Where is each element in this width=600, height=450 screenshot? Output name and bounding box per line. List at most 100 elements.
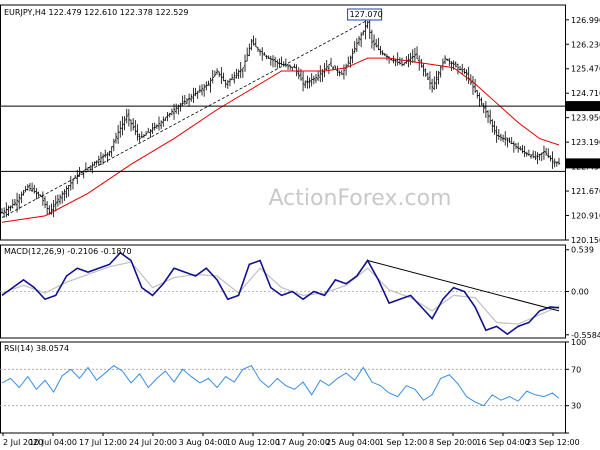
price-bar: [551, 151, 554, 169]
price-bar: [304, 80, 307, 89]
macd-trendline: [367, 260, 560, 312]
chart-root: ActionForex.com 126.990 126.230 125.470 124.…: [0, 4, 600, 447]
macd-header: MACD(12,26,9) -0.2106 -0.1870: [4, 247, 132, 256]
price-bar: [153, 122, 156, 131]
price-bar: [458, 66, 462, 71]
price-bar: [226, 79, 230, 89]
price-bar: [106, 152, 109, 163]
x-tick-label: 23 Sep 12:00: [526, 438, 579, 447]
price-y-tick-label: 123.190: [571, 138, 600, 147]
price-bar: [413, 47, 417, 63]
price-bar: [510, 137, 513, 145]
price-bar: [308, 77, 311, 89]
price-bar: [514, 143, 518, 150]
price-bar: [71, 179, 75, 190]
price-bar: [185, 98, 189, 105]
price-bar: [218, 71, 221, 78]
x-tick-label: 24 Jul 20:00: [129, 438, 177, 447]
price-bar: [170, 108, 174, 116]
price-bar: [190, 93, 193, 102]
price-bar: [497, 129, 500, 140]
price-bar: [164, 117, 167, 121]
price-bar: [215, 68, 219, 75]
price-bar: [402, 62, 406, 66]
x-tick-label: 17 Jul 12:00: [79, 438, 127, 447]
price-bar: [138, 133, 141, 143]
price-bar: [196, 90, 199, 99]
x-tick-label: 10 Jul 04:00: [29, 438, 77, 447]
price-bar: [273, 56, 277, 68]
price-bar: [301, 71, 305, 92]
price-bar: [445, 58, 449, 62]
price-bar: [405, 56, 408, 64]
price-bar: [194, 87, 197, 97]
price-bar: [555, 161, 559, 167]
price-bar: [213, 70, 217, 77]
macd-y-tick-label: 0.539: [571, 246, 594, 255]
price-bar: [400, 57, 404, 67]
price-bar: [411, 49, 414, 63]
price-bar: [467, 66, 470, 85]
x-tick-label: 16 Sep 04:00: [476, 438, 529, 447]
price-bar: [233, 71, 236, 84]
price-bar: [553, 158, 556, 168]
price-bar: [344, 63, 348, 76]
price-bar: [293, 63, 296, 69]
price-bar: [387, 56, 391, 64]
price-bar: [78, 167, 81, 177]
price-bar: [364, 20, 367, 40]
price-bar: [351, 48, 354, 64]
x-tick-label: 1 Sep 12:00: [379, 438, 427, 447]
rsi-header: RSI(14) 38.0574: [4, 344, 69, 353]
price-bar: [504, 131, 507, 146]
price-bar: [368, 17, 371, 39]
price-bar: [58, 194, 62, 205]
price-bar: [271, 55, 275, 68]
price-bar: [534, 151, 537, 161]
price-bar: [450, 61, 453, 71]
price-bar: [108, 150, 111, 157]
price-bar: [323, 63, 326, 78]
price-bar: [454, 61, 457, 68]
price-bar: [22, 189, 25, 196]
price-bar: [168, 112, 171, 118]
price-bar: [280, 56, 283, 66]
price-bar: [542, 145, 546, 160]
price-y-tick-label: 120.150: [571, 236, 600, 245]
price-bar: [166, 111, 169, 122]
price-bar: [256, 46, 260, 52]
price-y-tick-label: 121.670: [571, 187, 600, 196]
price-bar: [155, 124, 159, 129]
price-bar: [230, 73, 234, 80]
price-bar: [110, 146, 113, 158]
price-bar: [495, 125, 498, 143]
price-bar: [114, 132, 118, 144]
price-bar: [209, 77, 212, 93]
price-bar: [174, 103, 178, 114]
price-bar: [65, 185, 68, 198]
price-bar: [347, 56, 350, 66]
price-bar: [499, 133, 503, 142]
price-bar: [265, 55, 268, 60]
price-bar: [192, 87, 195, 104]
price-header: EURJPY,H4 122.479 122.610 122.378 122.52…: [4, 8, 189, 17]
price-bar: [95, 160, 98, 166]
price-bar: [383, 52, 387, 57]
price-bar: [325, 59, 328, 71]
price-bar: [157, 116, 161, 131]
price-y-tick-label: 126.230: [571, 40, 600, 49]
price-bar: [0, 208, 4, 214]
price-bar: [52, 200, 55, 218]
price-bar: [310, 73, 313, 87]
price-bar: [525, 151, 528, 157]
price-bar: [9, 205, 12, 212]
price-bar: [56, 194, 60, 207]
watermark-text: ActionForex.com: [269, 186, 452, 211]
price-bar: [235, 68, 238, 79]
price-bar: [250, 39, 253, 51]
price-bar: [480, 97, 483, 106]
price-bar: [493, 120, 496, 135]
price-bar: [26, 184, 30, 191]
price-bar: [286, 63, 290, 70]
price-bar: [282, 61, 285, 67]
